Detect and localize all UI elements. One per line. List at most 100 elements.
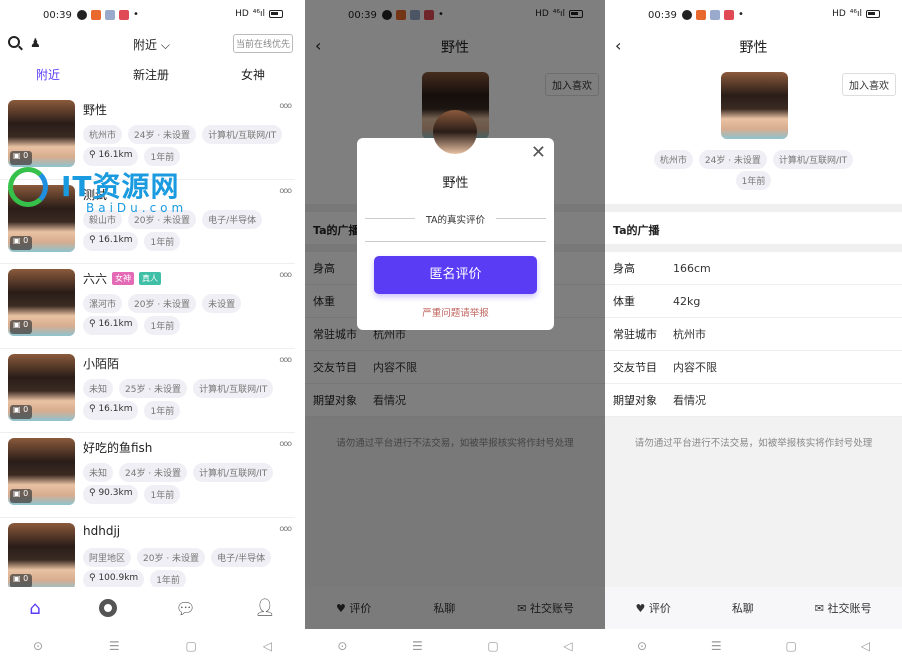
list-item[interactable]: ▣ 0 六六 女神 真人 ooo 漯河市 20岁 · 未设置 未设置 ⚲ 16.1km 1… — [0, 264, 295, 349]
app-notification-icon — [77, 9, 87, 20]
assistant-icon[interactable]: ⊙ — [33, 639, 43, 653]
app-notification-icon — [119, 9, 129, 20]
menu-icon[interactable]: ☰ — [412, 639, 423, 653]
online-first-toggle[interactable]: 当前在线优先 — [232, 34, 293, 53]
battery-icon — [269, 10, 283, 18]
signal-icon: ⁴⁶ıl — [849, 9, 862, 19]
modal-avatar — [433, 110, 477, 154]
chat-icon[interactable]: 💬︎ — [175, 599, 195, 618]
more-icon[interactable]: ooo — [279, 524, 292, 533]
photo-count-icon: ▣ 0 — [10, 320, 32, 334]
tag-chip: 计算机/互联网/IT — [772, 150, 854, 169]
distance-chip: ⚲ 90.3km — [83, 485, 139, 504]
distance-chip: ⚲ 16.1km — [83, 147, 139, 166]
private-chat-button[interactable]: 私聊 — [732, 600, 754, 616]
back-triangle-icon[interactable]: ◁ — [263, 639, 272, 653]
time-chip: 1年前 — [144, 147, 181, 166]
distance-chip: ⚲ 100.9km — [83, 569, 145, 589]
app-notification-icon — [682, 9, 692, 20]
photo-count-icon: ▣ 0 — [10, 489, 32, 503]
assistant-icon[interactable]: ⊙ — [337, 639, 347, 653]
user-photo[interactable]: ▣ 0 — [8, 353, 75, 421]
top-bar: ♟ 附近 ⌵ 当前在线优先 — [0, 32, 305, 58]
more-icon[interactable]: ooo — [279, 270, 292, 279]
menu-icon[interactable]: ☰ — [109, 639, 120, 653]
photo-count-icon: ▣ 0 — [10, 151, 32, 165]
signal-icon: ⁴⁶ıl — [252, 9, 265, 19]
battery-icon — [866, 10, 880, 18]
user-photo[interactable]: ▣ 0 — [8, 184, 75, 252]
back-triangle-icon[interactable]: ◁ — [563, 639, 572, 653]
review-modal: ✕ 野性 TA的真实评价 匿名评价 严重问题请举报 — [357, 138, 554, 330]
nearby-list-screen: 00:39 • HD ⁴⁶ıl ♟ 附近 ⌵ 当前在线优先 附近 新注册 女神 ▣… — [0, 0, 305, 663]
user-photo[interactable]: ▣ 0 — [8, 100, 75, 167]
tag-chip: 毅山市 — [83, 209, 123, 229]
time-chip: 1年前 — [144, 231, 181, 251]
user-badge: 真人 — [139, 272, 162, 285]
app-notification-icon — [696, 9, 706, 20]
more-icon[interactable]: ooo — [279, 355, 292, 364]
tag-chip: 漯河市 — [83, 294, 123, 313]
review-button[interactable]: ♥ 评价 — [635, 600, 670, 616]
home-icon[interactable]: ⌂ — [29, 598, 40, 619]
tag-chip: 未知 — [83, 463, 114, 482]
home-square-icon[interactable]: ▢ — [786, 639, 797, 653]
tab-nearby[interactable]: 附近 — [36, 66, 60, 83]
app-notification-icon — [724, 9, 734, 20]
location-dropdown[interactable]: 附近 ⌵ — [133, 36, 170, 53]
distance-chip: ⚲ 16.1km — [83, 400, 139, 420]
more-icon[interactable]: ooo — [279, 439, 292, 448]
tag-chip: 20岁 · 未设置 — [128, 209, 197, 229]
distance-chip: ⚲ 16.1km — [83, 316, 139, 335]
list-item[interactable]: ▣ 0 测试 ooo 毅山市 20岁 · 未设置 电子/半导体 ⚲ 16.1km 1年… — [0, 180, 295, 264]
list-item[interactable]: ▣ 0 好吃的鱼fish ooo 未知 24岁 · 未设置 计算机/互联网/IT ⚲… — [0, 433, 295, 518]
search-icon[interactable] — [8, 36, 20, 48]
distance-chip: ⚲ 16.1km — [83, 231, 139, 251]
photo-count-icon: ▣ 0 — [10, 573, 32, 588]
profile-icon[interactable]: 👤︎ — [254, 598, 276, 618]
photo-count-icon: ▣ 0 — [10, 235, 32, 250]
tag-chip: 电子/半导体 — [202, 209, 263, 229]
report-link[interactable]: 严重问题请举报 — [357, 305, 554, 319]
time-chip: 1年前 — [144, 400, 181, 420]
tag-chip: 25岁 · 未设置 — [119, 378, 188, 398]
social-account-button[interactable]: ✉ 社交账号 — [815, 600, 872, 616]
user-photo[interactable]: ▣ 0 — [8, 522, 75, 590]
discover-icon[interactable] — [99, 599, 118, 617]
list-item[interactable]: ▣ 0 野性 ooo 杭州市 24岁 · 未设置 计算机/互联网/IT ⚲ 16.1… — [0, 95, 295, 180]
user-name: 六六 — [83, 272, 108, 286]
more-icon[interactable]: ooo — [279, 186, 292, 195]
menu-icon[interactable]: ☰ — [711, 639, 722, 653]
user-photo[interactable]: ▣ 0 — [8, 438, 75, 505]
add-like-button[interactable]: 加入喜欢 — [842, 73, 896, 96]
user-name: hdhdjj — [83, 523, 121, 538]
back-triangle-icon[interactable]: ◁ — [861, 639, 870, 653]
tab-new[interactable]: 新注册 — [133, 66, 169, 83]
list-item[interactable]: ▣ 0 小陌陌 ooo 未知 25岁 · 未设置 计算机/互联网/IT ⚲ 16.1… — [0, 349, 295, 433]
home-square-icon[interactable]: ▢ — [186, 639, 197, 653]
close-icon[interactable]: ✕ — [531, 142, 546, 163]
user-photo[interactable]: ▣ 0 — [8, 269, 75, 336]
avatar[interactable] — [721, 72, 788, 139]
tag-chip: 24岁 · 未设置 — [128, 125, 197, 144]
app-notification-icon — [710, 9, 720, 20]
assistant-icon[interactable]: ⊙ — [637, 639, 647, 653]
filter-person-icon[interactable]: ♟ — [30, 36, 41, 50]
tag-chip: 电子/半导体 — [211, 547, 272, 567]
tag-chip: 计算机/互联网/IT — [193, 463, 274, 482]
user-list: ▣ 0 野性 ooo 杭州市 24岁 · 未设置 计算机/互联网/IT ⚲ 16.1… — [0, 95, 305, 602]
profile-detail-with-modal: 00:39 • HD⁴⁶ıl ‹野性 加入喜欢 Ta的广播 身高166cm 体重… — [305, 0, 605, 663]
page-title: 野性 — [739, 40, 768, 56]
tab-bar: 附近 新注册 女神 — [0, 58, 305, 94]
app-notification-icon — [91, 9, 101, 20]
more-icon[interactable]: ooo — [279, 101, 292, 110]
anonymous-review-button[interactable]: 匿名评价 — [374, 256, 537, 294]
status-time: 00:39 — [43, 10, 72, 21]
time-chip: 1年前 — [735, 171, 772, 190]
tag-chip: 24岁 · 未设置 — [698, 150, 767, 169]
system-nav: ⊙ ☰ ▢ ◁ — [0, 629, 305, 663]
tag-chip: 杭州市 — [653, 150, 693, 169]
tab-goddess[interactable]: 女神 — [241, 66, 265, 83]
home-square-icon[interactable]: ▢ — [487, 639, 498, 653]
broadcast-label: Ta的广播 — [613, 224, 660, 237]
